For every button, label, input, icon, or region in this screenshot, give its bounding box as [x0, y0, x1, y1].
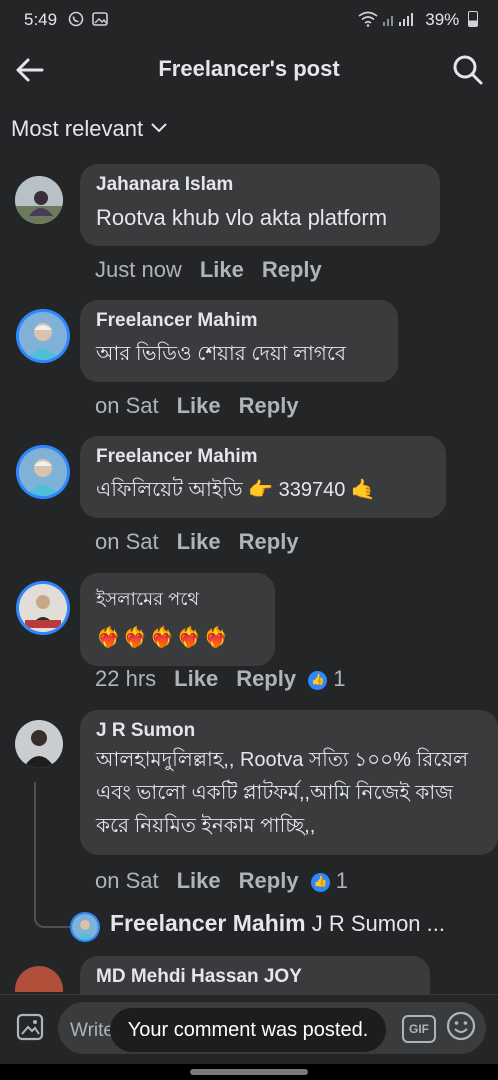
- comment-text: ❤️‍🔥❤️‍🔥❤️‍🔥❤️‍🔥❤️‍🔥: [96, 627, 231, 649]
- battery-percent: 39%: [425, 10, 460, 29]
- whatsapp-icon: [68, 11, 84, 31]
- wifi-icon: [358, 11, 378, 31]
- status-bar: 5:49 39%: [0, 0, 498, 40]
- like-reaction-icon: [308, 670, 328, 690]
- photo-icon[interactable]: [16, 1013, 44, 1041]
- gif-button[interactable]: GIF: [402, 1015, 436, 1043]
- like-button[interactable]: Like: [177, 393, 221, 418]
- reply-button[interactable]: Reply: [239, 393, 299, 418]
- comment-time: Just now: [95, 257, 182, 282]
- reply-button[interactable]: Reply: [239, 529, 299, 554]
- comment-bubble[interactable]: Jahanara Islam Rootva khub vlo akta plat…: [80, 164, 440, 246]
- avatar[interactable]: [15, 720, 63, 768]
- comment-text: আলহামদুলিল্লাহ,, Rootva সত্যি ১০০% রিয়ে…: [96, 749, 468, 837]
- comment-author[interactable]: Freelancer Mahim: [96, 446, 430, 468]
- avatar[interactable]: [19, 448, 67, 496]
- sort-label: Most relevant: [11, 116, 144, 141]
- reply-preview[interactable]: Freelancer Mahim J R Sumon ...: [110, 910, 490, 937]
- chevron-down-icon: [149, 116, 169, 141]
- status-time: 5:49: [24, 10, 58, 29]
- comment-author[interactable]: J R Sumon: [96, 720, 482, 742]
- comment-time: 22 hrs: [95, 666, 157, 691]
- comment-meta: 22 hrs Like Reply 1: [95, 666, 345, 692]
- page-title: Freelancer's post: [158, 56, 340, 81]
- like-button[interactable]: Like: [177, 529, 221, 554]
- comment-bubble[interactable]: ইসলামের পথে ❤️‍🔥❤️‍🔥❤️‍🔥❤️‍🔥❤️‍🔥: [80, 573, 275, 666]
- reply-button[interactable]: Reply: [236, 666, 296, 691]
- reply-thread-line: [34, 782, 70, 928]
- comment-meta: on Sat Like Reply: [95, 529, 299, 555]
- sort-dropdown[interactable]: Most relevant: [11, 116, 169, 142]
- reply-author[interactable]: Freelancer Mahim: [110, 910, 306, 936]
- app-header: Freelancer's post: [0, 40, 498, 100]
- battery-icon: [468, 11, 478, 27]
- reaction-count[interactable]: 1: [333, 666, 345, 691]
- reaction-count[interactable]: 1: [336, 868, 348, 893]
- home-indicator[interactable]: [190, 1069, 308, 1075]
- reply-text: J R Sumon ...: [311, 911, 445, 936]
- toast-message: Your comment was posted.: [110, 1008, 386, 1052]
- comment-text: এফিলিয়েট আইডি 👉 339740 🤙: [96, 479, 376, 501]
- comment-time: on Sat: [95, 393, 159, 418]
- comment-text: Rootva khub vlo akta platform: [96, 205, 388, 230]
- emoji-icon[interactable]: [446, 1011, 476, 1041]
- avatar[interactable]: [72, 914, 98, 940]
- comment-author[interactable]: Jahanara Islam: [96, 174, 424, 196]
- comment-meta: on Sat Like Reply: [95, 393, 299, 419]
- like-button[interactable]: Like: [177, 868, 221, 893]
- reply-button[interactable]: Reply: [239, 868, 299, 893]
- search-icon[interactable]: [450, 52, 486, 88]
- avatar[interactable]: [19, 312, 67, 360]
- comment-bubble[interactable]: Freelancer Mahim এফিলিয়েট আইডি 👉 339740…: [80, 436, 446, 518]
- comment-bubble[interactable]: Freelancer Mahim আর ভিডিও শেয়ার দেয়া ল…: [80, 300, 398, 382]
- like-reaction-icon: [310, 872, 330, 892]
- signal-icon: [382, 11, 414, 31]
- system-nav-bar: [0, 1064, 498, 1080]
- avatar[interactable]: [19, 584, 67, 632]
- comment-time: on Sat: [95, 868, 159, 893]
- comment-author[interactable]: MD Mehdi Hassan JOY: [96, 966, 414, 988]
- comment-meta: Just now Like Reply: [95, 257, 322, 283]
- comment-meta: on Sat Like Reply 1: [95, 868, 348, 894]
- comment-author[interactable]: Freelancer Mahim: [96, 310, 382, 332]
- like-button[interactable]: Like: [200, 257, 244, 282]
- comment-text: আর ভিডিও শেয়ার দেয়া লাগবে: [96, 343, 347, 365]
- comment-time: on Sat: [95, 529, 159, 554]
- avatar[interactable]: [15, 176, 63, 224]
- battery-status: 39%: [425, 10, 478, 30]
- reply-button[interactable]: Reply: [262, 257, 322, 282]
- comment-author[interactable]: ইসলামের পথে: [96, 585, 259, 616]
- comment-bubble[interactable]: MD Mehdi Hassan JOY: [80, 956, 430, 998]
- gallery-icon: [92, 11, 108, 31]
- comment-bubble[interactable]: J R Sumon আলহামদুলিল্লাহ,, Rootva সত্যি …: [80, 710, 498, 855]
- avatar[interactable]: [15, 966, 63, 992]
- like-button[interactable]: Like: [174, 666, 218, 691]
